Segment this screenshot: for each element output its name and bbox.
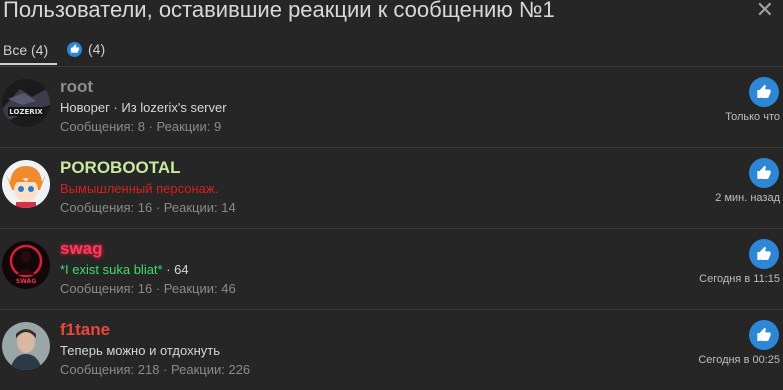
svg-text:SWAG: SWAG (16, 278, 36, 285)
active-tab-indicator (0, 63, 57, 65)
svg-text:LOZERIX: LOZERIX (9, 108, 43, 116)
avatar[interactable] (2, 160, 50, 208)
list-item: LOZERIX root Новорег · Из lozerix's serv… (0, 67, 783, 148)
username[interactable]: root (60, 77, 93, 97)
like-icon (749, 77, 779, 107)
reaction-user-list: LOZERIX root Новорег · Из lozerix's serv… (0, 67, 783, 390)
reaction-tabs: Все (4) (4) (0, 36, 783, 67)
tab-like-count: (4) (88, 41, 106, 57)
username[interactable]: swag (60, 239, 103, 259)
user-stats: Сообщения: 16 · Реакции: 14 (60, 200, 236, 215)
user-title-extra: · 64 (162, 262, 189, 277)
user-title: Вымышленный персонаж. (60, 181, 219, 196)
avatar[interactable]: LOZERIX (2, 79, 50, 127)
username[interactable]: POROBOOTAL (60, 158, 181, 178)
tab-all[interactable]: Все (4) (3, 42, 48, 58)
user-stats: Сообщения: 218 · Реакции: 226 (60, 362, 251, 377)
reaction-time[interactable]: Сегодня в 00:25 (698, 354, 780, 366)
reaction-time[interactable]: 2 мин. назад (715, 192, 780, 204)
user-stats: Сообщения: 8 · Реакции: 9 (60, 119, 222, 134)
user-title-row: *I exist suka bliat* · 64 (60, 262, 189, 277)
reaction-time[interactable]: Только что (725, 111, 780, 123)
like-icon (67, 41, 82, 57)
list-item: SWAG swag *I exist suka bliat* · 64 Сооб… (0, 229, 783, 310)
reaction-time[interactable]: Сегодня в 11:15 (699, 273, 780, 285)
list-item: f1tane Теперь можно и отдохнуть Сообщени… (0, 310, 783, 390)
like-icon (749, 239, 779, 269)
avatar[interactable]: SWAG (2, 241, 50, 289)
user-title: *I exist suka bliat* (60, 262, 163, 277)
username[interactable]: f1tane (60, 320, 110, 340)
user-title: Теперь можно и отдохнуть (60, 343, 220, 358)
user-title: Новорег · Из lozerix's server (60, 100, 227, 115)
close-icon[interactable]: ✕ (756, 0, 774, 23)
avatar[interactable] (2, 322, 50, 370)
user-stats: Сообщения: 16 · Реакции: 46 (60, 281, 236, 296)
like-icon (749, 158, 779, 188)
like-icon (749, 320, 779, 350)
tab-like[interactable]: (4) (67, 41, 105, 57)
dialog-title: Пользователи, оставившие реакции к сообщ… (3, 0, 555, 22)
dialog-header: Пользователи, оставившие реакции к сообщ… (0, 0, 783, 30)
list-item: POROBOOTAL Вымышленный персонаж. Сообщен… (0, 148, 783, 229)
